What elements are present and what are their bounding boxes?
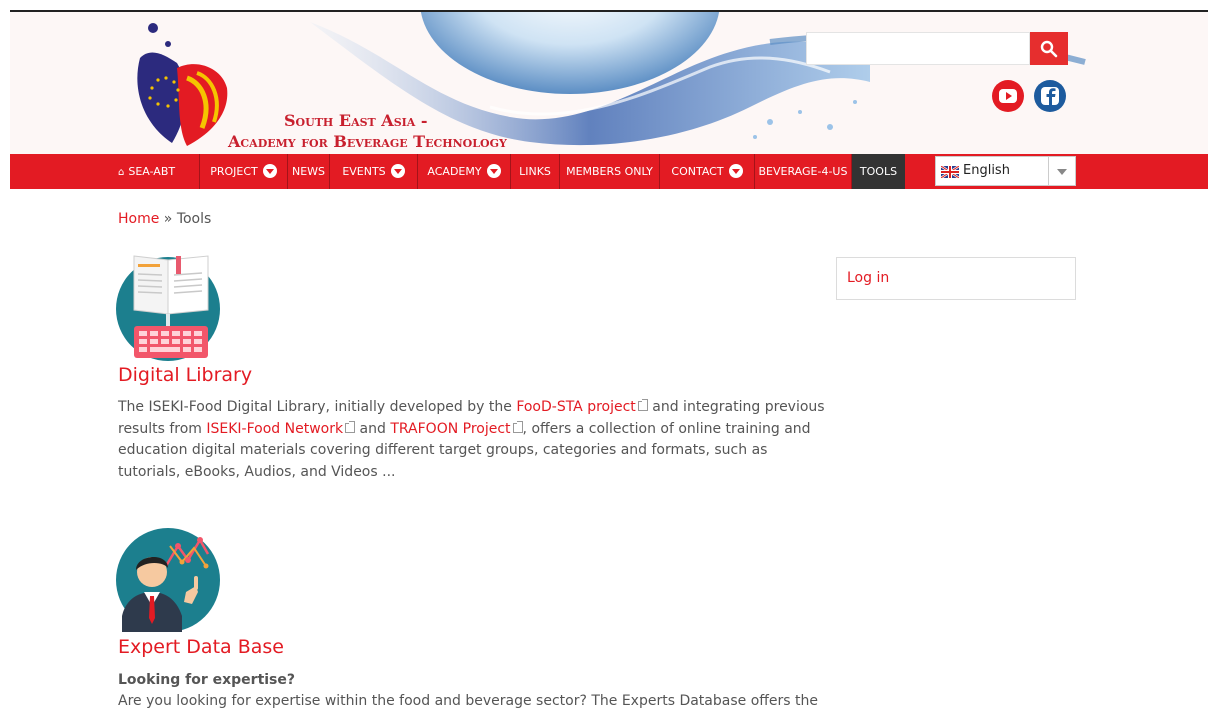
nav-label-news: NEWS bbox=[291, 165, 326, 178]
breadcrumb: Home » Tools bbox=[118, 211, 211, 227]
chevron-down-icon bbox=[1057, 169, 1067, 175]
language-select-divider bbox=[1048, 157, 1049, 185]
nav-item-contact[interactable]: CONTACT bbox=[660, 154, 755, 189]
iseki-food-network-link[interactable]: ISEKI-Food Network bbox=[206, 421, 343, 437]
external-link-icon bbox=[512, 420, 523, 433]
sidebar-login-box: Log in bbox=[836, 257, 1076, 300]
chevron-down-icon bbox=[390, 164, 405, 178]
tool-description-digital-library: The ISEKI-Food Digital Library, initiall… bbox=[118, 397, 828, 483]
nav-item-project[interactable]: PROJECT bbox=[200, 154, 288, 189]
nav-label-project: PROJECT bbox=[210, 165, 258, 178]
language-select[interactable]: English bbox=[935, 156, 1076, 186]
site-title-line2: Academy for Beverage Technology bbox=[228, 132, 507, 151]
tool-title-digital-library[interactable]: Digital Library bbox=[118, 364, 252, 386]
nav-label-members-only: MEMBERS ONLY bbox=[566, 165, 653, 178]
login-link[interactable]: Log in bbox=[847, 270, 889, 286]
nav-item-news[interactable]: NEWS bbox=[288, 154, 330, 189]
youtube-icon bbox=[999, 89, 1017, 103]
search-button[interactable] bbox=[1030, 32, 1068, 65]
nav-label-contact: CONTACT bbox=[671, 165, 724, 178]
facebook-link[interactable] bbox=[1034, 80, 1066, 112]
nav-label-beverage-4-us: BEVERAGE-4-US bbox=[758, 165, 848, 178]
nav-item-beverage-4-us[interactable]: BEVERAGE-4-US bbox=[755, 154, 852, 189]
nav-item-sea-abt[interactable]: ⌂ SEA-ABT bbox=[10, 154, 200, 189]
search-input[interactable] bbox=[806, 32, 1030, 65]
search-icon bbox=[1040, 40, 1058, 58]
uk-flag-icon bbox=[941, 166, 959, 178]
breadcrumb-current: Tools bbox=[176, 211, 212, 227]
nav-item-academy[interactable]: ACADEMY bbox=[418, 154, 511, 189]
facebook-icon bbox=[1041, 87, 1059, 105]
breadcrumb-home-link[interactable]: Home bbox=[118, 211, 159, 227]
chevron-down-icon bbox=[486, 164, 501, 178]
nav-item-events[interactable]: EVENTS bbox=[330, 154, 418, 189]
site-title-line1: South East Asia - bbox=[284, 111, 428, 130]
desc-text: The ISEKI-Food Digital Library, initiall… bbox=[118, 399, 517, 415]
nav-item-links[interactable]: LINKS bbox=[511, 154, 560, 189]
main-navigation: ⌂ SEA-ABT PROJECT NEWS EVENTS ACADEMY LIN… bbox=[10, 154, 1208, 189]
tool-description-expert-data-base: Are you looking for expertise within the… bbox=[118, 693, 818, 709]
nav-label-events: EVENTS bbox=[342, 165, 386, 178]
site-title: South East Asia - Academy for Beverage T… bbox=[228, 110, 507, 152]
food-sta-project-link[interactable]: FooD-STA project bbox=[516, 399, 636, 415]
expert-data-base-icon[interactable] bbox=[116, 526, 226, 636]
external-link-icon bbox=[637, 399, 648, 411]
tool-subtitle-expert-data-base: Looking for expertise? bbox=[118, 672, 296, 688]
site-header: South East Asia - Academy for Beverage T… bbox=[10, 12, 1208, 154]
nav-label-tools: TOOLS bbox=[859, 165, 898, 178]
youtube-link[interactable] bbox=[992, 80, 1024, 112]
breadcrumb-separator: » bbox=[159, 211, 177, 227]
digital-library-icon[interactable] bbox=[116, 254, 226, 364]
tool-title-expert-data-base[interactable]: Expert Data Base bbox=[118, 636, 284, 658]
trafoon-project-link[interactable]: TRAFOON Project bbox=[390, 421, 510, 437]
nav-item-members-only[interactable]: MEMBERS ONLY bbox=[560, 154, 660, 189]
nav-label-links: LINKS bbox=[519, 165, 551, 178]
language-selected: English bbox=[963, 163, 1010, 178]
chevron-down-icon bbox=[262, 164, 277, 178]
home-icon: ⌂ bbox=[118, 167, 125, 178]
chevron-down-icon bbox=[728, 164, 743, 178]
nav-item-tools[interactable]: TOOLS bbox=[852, 154, 905, 189]
desc-text: and bbox=[355, 420, 391, 437]
sea-abt-logo bbox=[137, 23, 228, 146]
external-link-icon bbox=[345, 420, 356, 433]
nav-label-academy: ACADEMY bbox=[427, 165, 482, 178]
nav-label-sea-abt: SEA-ABT bbox=[128, 165, 176, 178]
